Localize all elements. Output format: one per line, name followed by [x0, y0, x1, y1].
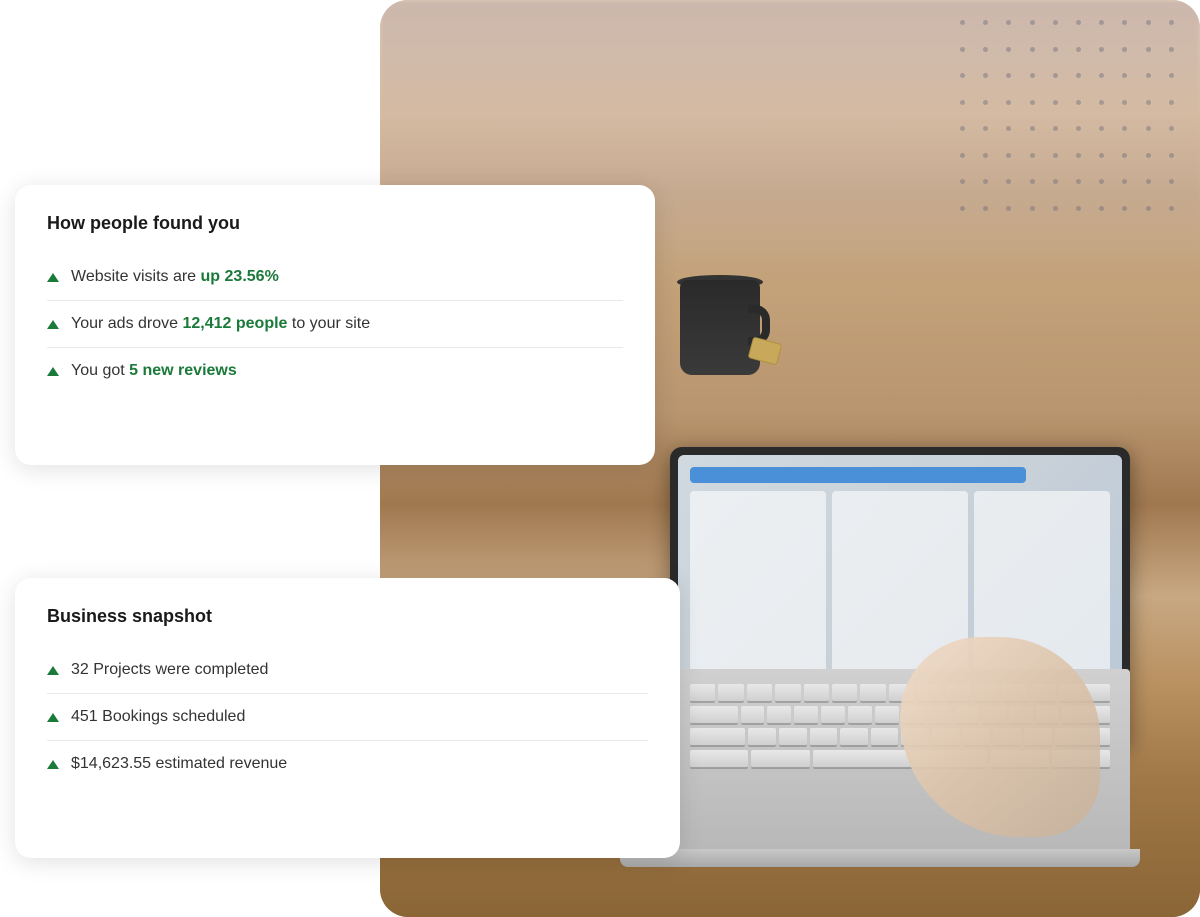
- arrow-up-icon-4: [47, 666, 59, 675]
- card2-item-1: 32 Projects were completed: [47, 647, 648, 694]
- how-people-found-you-card: How people found you Website visits are …: [15, 185, 655, 465]
- card1-item-1-highlight: up 23.56%: [201, 268, 279, 285]
- card1-item-3-highlight: 5 new reviews: [129, 362, 237, 379]
- arrow-up-icon-5: [47, 713, 59, 722]
- card2-item-2-text: 451 Bookings scheduled: [71, 708, 245, 726]
- card1-item-3: You got 5 new reviews: [47, 348, 623, 394]
- card2-item-3: $14,623.55 estimated revenue: [47, 741, 648, 787]
- coffee-mug: [680, 280, 770, 390]
- card1-item-2-highlight: 12,412 people: [182, 315, 287, 332]
- business-snapshot-card: Business snapshot 32 Projects were compl…: [15, 578, 680, 858]
- scene: (function() { const dp = document.queryS…: [0, 0, 1200, 917]
- laptop-base: [620, 849, 1140, 867]
- card1-title: How people found you: [47, 213, 623, 234]
- card2-item-2: 451 Bookings scheduled: [47, 694, 648, 741]
- card1-item-1: Website visits are up 23.56%: [47, 254, 623, 301]
- card1-item-1-text: Website visits are up 23.56%: [71, 268, 279, 286]
- arrow-up-icon-2: [47, 320, 59, 329]
- card2-item-1-text: 32 Projects were completed: [71, 661, 268, 679]
- arrow-up-icon-6: [47, 760, 59, 769]
- arrow-up-icon-3: [47, 367, 59, 376]
- card2-item-3-text: $14,623.55 estimated revenue: [71, 755, 287, 773]
- card2-title: Business snapshot: [47, 606, 648, 627]
- card1-item-2: Your ads drove 12,412 people to your sit…: [47, 301, 623, 348]
- arrow-up-icon-1: [47, 273, 59, 282]
- dot-pattern: (function() { const dp = document.queryS…: [960, 20, 1180, 220]
- card1-item-2-text: Your ads drove 12,412 people to your sit…: [71, 315, 370, 333]
- card1-item-3-text: You got 5 new reviews: [71, 362, 237, 380]
